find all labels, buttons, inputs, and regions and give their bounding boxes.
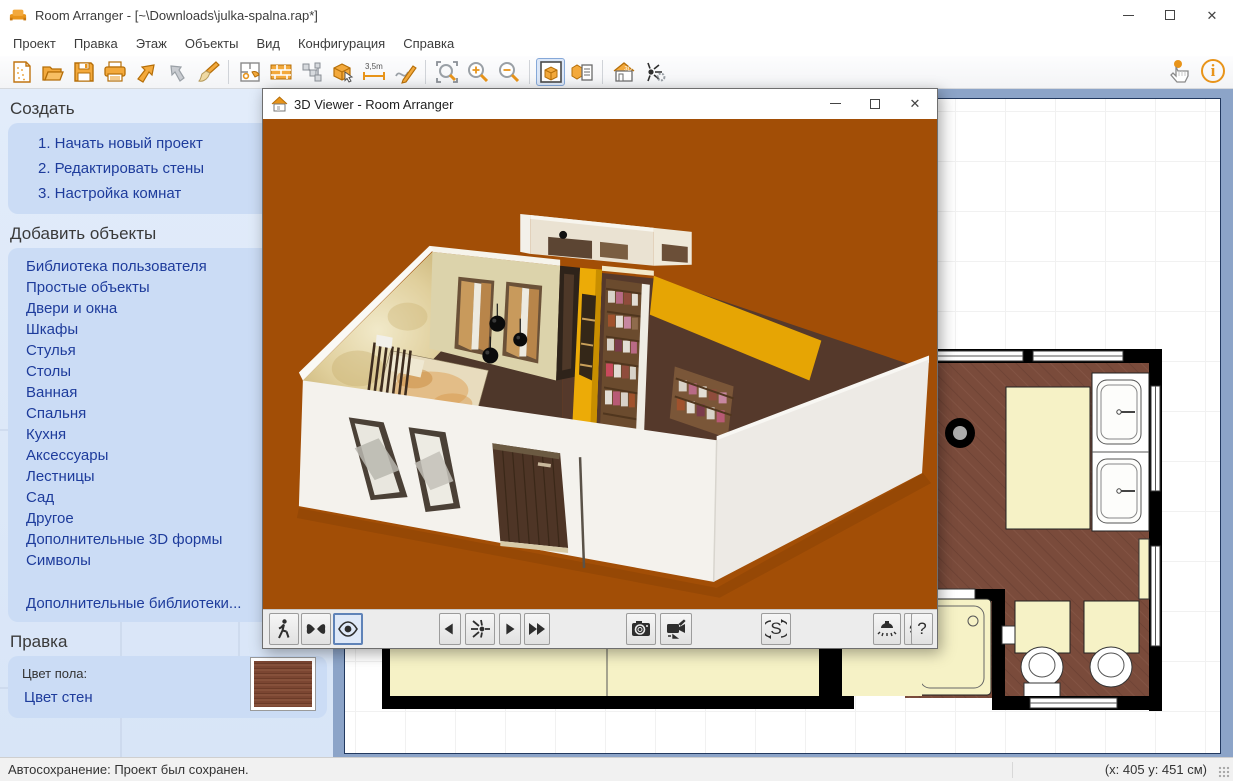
view-3d-button[interactable]	[536, 58, 565, 86]
object-list-button[interactable]	[567, 58, 596, 86]
walk-mode-button[interactable]	[269, 613, 299, 645]
plan-sinks	[1092, 373, 1149, 531]
draw-wall-button[interactable]	[390, 58, 419, 86]
app-couch-icon	[9, 8, 27, 22]
print-button[interactable]	[100, 58, 129, 86]
walkthrough-button[interactable]	[640, 58, 669, 86]
curtained-window	[502, 282, 542, 364]
edit-walls-button[interactable]	[266, 58, 295, 86]
new-project-button[interactable]	[7, 58, 36, 86]
menu-view[interactable]: Вид	[247, 32, 289, 55]
menu-bar: Проект Правка Этаж Объекты Вид Конфигура…	[0, 30, 1233, 56]
maximize-button[interactable]	[1149, 0, 1191, 30]
viewer-minimize-button[interactable]	[815, 89, 855, 118]
plan-view-button[interactable]	[235, 58, 264, 86]
menu-help[interactable]: Справка	[394, 32, 463, 55]
viewer-toolbar: S ?	[263, 609, 937, 648]
plan-toilet	[1084, 601, 1139, 687]
zoom-fit-button[interactable]	[432, 58, 461, 86]
minimize-button[interactable]	[1107, 0, 1149, 30]
menu-edit[interactable]: Правка	[65, 32, 127, 55]
record-video-button[interactable]	[660, 613, 692, 645]
look-mode-button[interactable]	[333, 613, 363, 645]
rotate-scene-button[interactable]: S	[761, 613, 791, 645]
play-button[interactable]	[499, 613, 521, 645]
curtained-window	[454, 277, 494, 357]
title-bar: Room Arranger - [~\Downloads\julka-spaln…	[0, 0, 1233, 30]
save-button[interactable]	[69, 58, 98, 86]
fly-mode-button[interactable]	[301, 613, 331, 645]
fast-forward-button[interactable]	[524, 613, 550, 645]
close-button[interactable]: ✕	[1191, 0, 1233, 30]
menu-objects[interactable]: Объекты	[176, 32, 248, 55]
viewer-3d-scene[interactable]	[263, 119, 937, 609]
choose-object-button[interactable]	[328, 58, 357, 86]
home-3d-button[interactable]: 3D	[609, 58, 638, 86]
menu-project[interactable]: Проект	[4, 32, 65, 55]
light-settings-button[interactable]	[873, 613, 901, 645]
viewer-close-button[interactable]: ✕	[895, 89, 935, 118]
cursor-coordinates: (x: 405 y: 451 см)	[1105, 762, 1207, 777]
viewer-title: 3D Viewer - Room Arranger	[294, 97, 453, 112]
snapshot-button[interactable]	[626, 613, 656, 645]
edit-panel: Цвет пола: Цвет стен	[8, 656, 327, 718]
main-toolbar: 3,5m 3D	[0, 56, 1233, 89]
open-button[interactable]	[38, 58, 67, 86]
pointer-hand-icon[interactable]	[1165, 58, 1191, 84]
status-divider	[1012, 762, 1013, 778]
format-painter-button[interactable]	[193, 58, 222, 86]
menu-configuration[interactable]: Конфигурация	[289, 32, 394, 55]
measure-label-glyph: 3,5m	[365, 62, 383, 71]
house-3d-label-glyph: 3D	[623, 66, 632, 73]
status-bar: Автосохранение: Проект был сохранен. (x:…	[0, 757, 1233, 781]
help-button[interactable]: ?	[911, 613, 933, 645]
light-center-button[interactable]	[465, 613, 495, 645]
viewer-3d-window: 3D Viewer - Room Arranger ✕	[262, 88, 938, 649]
resize-grip[interactable]	[1218, 766, 1230, 778]
redo-button[interactable]	[162, 58, 191, 86]
autosave-status: Автосохранение: Проект был сохранен.	[8, 762, 249, 777]
step-back-button[interactable]	[439, 613, 461, 645]
floor-color-swatch[interactable]	[251, 658, 315, 710]
menu-floor[interactable]: Этаж	[127, 32, 176, 55]
measure-button[interactable]: 3,5m	[359, 58, 388, 86]
viewer-title-bar: 3D Viewer - Room Arranger ✕	[263, 89, 937, 119]
select-points-button[interactable]	[297, 58, 326, 86]
zoom-out-button[interactable]	[494, 58, 523, 86]
window-title: Room Arranger - [~\Downloads\julka-spaln…	[35, 8, 318, 23]
info-icon[interactable]: i	[1201, 59, 1225, 83]
zoom-in-button[interactable]	[463, 58, 492, 86]
wardrobe-shelves	[600, 279, 642, 439]
undo-button[interactable]	[131, 58, 160, 86]
room-3d-render	[263, 119, 937, 609]
viewer-house-icon	[271, 96, 288, 112]
room-arranger-window: Room Arranger - [~\Downloads\julka-spaln…	[0, 0, 1233, 781]
viewer-maximize-button[interactable]	[855, 89, 895, 118]
